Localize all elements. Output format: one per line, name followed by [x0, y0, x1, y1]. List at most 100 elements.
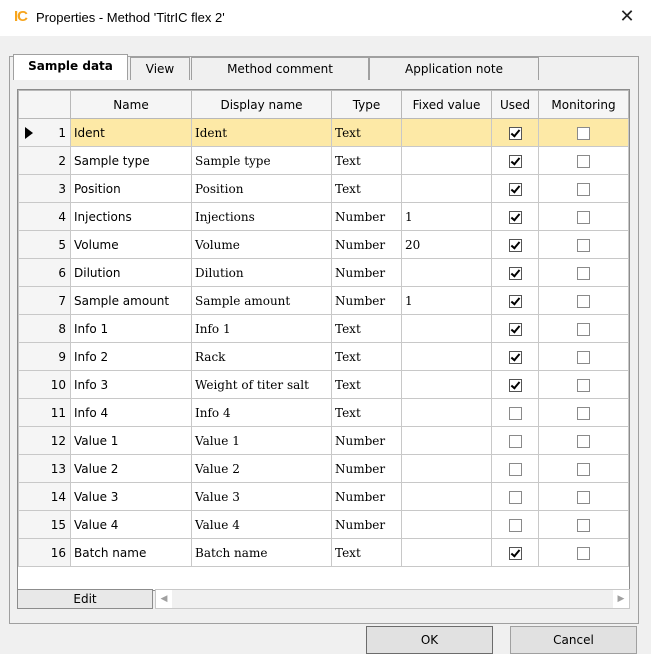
fixed-value-cell[interactable] [401, 146, 492, 175]
used-checkbox[interactable] [508, 238, 522, 252]
monitoring-checkbox[interactable] [577, 126, 590, 140]
display-name-cell[interactable]: Rack [191, 342, 332, 371]
used-checkbox[interactable] [508, 490, 522, 504]
used-checkbox[interactable] [508, 266, 522, 280]
fixed-value-cell[interactable]: 20 [401, 230, 492, 259]
fixed-value-cell[interactable] [401, 174, 492, 203]
tab-application-note[interactable]: Application note [369, 57, 539, 80]
ok-button[interactable]: OK [366, 626, 493, 654]
fixed-value-cell[interactable] [401, 342, 492, 371]
fixed-value-cell[interactable] [401, 258, 492, 287]
table-row[interactable]: 8 Info 1 Info 1 Text [18, 314, 629, 343]
tab-method-comment[interactable]: Method comment [191, 57, 369, 80]
name-cell[interactable]: Position [70, 174, 192, 203]
type-cell[interactable]: Text [331, 342, 402, 371]
display-name-cell[interactable]: Sample amount [191, 286, 332, 315]
type-cell[interactable]: Text [331, 314, 402, 343]
row-number[interactable]: 6 [18, 258, 71, 287]
name-cell[interactable]: Info 3 [70, 370, 192, 399]
table-row[interactable]: 5 Volume Volume Number 20 [18, 230, 629, 259]
display-name-cell[interactable]: Sample type [191, 146, 332, 175]
fixed-value-cell[interactable] [401, 370, 492, 399]
fixed-value-cell[interactable] [401, 482, 492, 511]
monitoring-checkbox[interactable] [577, 378, 590, 392]
table-row[interactable]: 3 Position Position Text [18, 174, 629, 203]
table-row[interactable]: 7 Sample amount Sample amount Number 1 [18, 286, 629, 315]
display-name-cell[interactable]: Value 1 [191, 426, 332, 455]
monitoring-checkbox[interactable] [577, 266, 590, 280]
display-name-cell[interactable]: Position [191, 174, 332, 203]
row-number[interactable]: 14 [18, 482, 71, 511]
used-checkbox[interactable] [508, 434, 522, 448]
monitoring-checkbox[interactable] [577, 322, 590, 336]
sample-data-grid[interactable]: Name Display name Type Fixed value Used … [17, 89, 630, 591]
scroll-right-icon[interactable]: ▶ [613, 590, 629, 608]
header-monitoring[interactable]: Monitoring [538, 90, 629, 119]
monitoring-checkbox[interactable] [577, 434, 590, 448]
row-number[interactable]: 7 [18, 286, 71, 315]
table-row[interactable]: 12 Value 1 Value 1 Number [18, 426, 629, 455]
table-row[interactable]: 14 Value 3 Value 3 Number [18, 482, 629, 511]
row-number[interactable]: 4 [18, 202, 71, 231]
type-cell[interactable]: Text [331, 118, 402, 147]
fixed-value-cell[interactable]: 1 [401, 286, 492, 315]
used-checkbox[interactable] [508, 406, 522, 420]
used-checkbox[interactable] [508, 378, 522, 392]
fixed-value-cell[interactable] [401, 426, 492, 455]
table-row[interactable]: 1 Ident Ident Text [18, 118, 629, 147]
tab-view[interactable]: View [130, 57, 190, 80]
name-cell[interactable]: Value 2 [70, 454, 192, 483]
display-name-cell[interactable]: Value 2 [191, 454, 332, 483]
table-row[interactable]: 10 Info 3 Weight of titer salt Text [18, 370, 629, 399]
row-number[interactable]: 9 [18, 342, 71, 371]
row-number[interactable]: 1 [18, 118, 71, 147]
monitoring-checkbox[interactable] [577, 406, 590, 420]
display-name-cell[interactable]: Weight of titer salt [191, 370, 332, 399]
name-cell[interactable]: Value 1 [70, 426, 192, 455]
header-name[interactable]: Name [70, 90, 192, 119]
row-number[interactable]: 2 [18, 146, 71, 175]
row-number[interactable]: 13 [18, 454, 71, 483]
edit-button[interactable]: Edit [17, 589, 153, 609]
name-cell[interactable]: Info 2 [70, 342, 192, 371]
display-name-cell[interactable]: Value 4 [191, 510, 332, 539]
type-cell[interactable]: Number [331, 510, 402, 539]
monitoring-checkbox[interactable] [577, 350, 590, 364]
type-cell[interactable]: Text [331, 146, 402, 175]
used-checkbox[interactable] [508, 126, 522, 140]
display-name-cell[interactable]: Batch name [191, 538, 332, 567]
fixed-value-cell[interactable] [401, 454, 492, 483]
type-cell[interactable]: Text [331, 370, 402, 399]
name-cell[interactable]: Volume [70, 230, 192, 259]
header-used[interactable]: Used [491, 90, 539, 119]
row-number[interactable]: 12 [18, 426, 71, 455]
name-cell[interactable]: Info 1 [70, 314, 192, 343]
fixed-value-cell[interactable] [401, 538, 492, 567]
scroll-left-icon[interactable]: ◀ [156, 590, 172, 608]
type-cell[interactable]: Text [331, 538, 402, 567]
table-row[interactable]: 4 Injections Injections Number 1 [18, 202, 629, 231]
used-checkbox[interactable] [508, 546, 522, 560]
type-cell[interactable]: Number [331, 454, 402, 483]
display-name-cell[interactable]: Ident [191, 118, 332, 147]
fixed-value-cell[interactable]: 1 [401, 202, 492, 231]
row-number[interactable]: 8 [18, 314, 71, 343]
type-cell[interactable]: Number [331, 482, 402, 511]
display-name-cell[interactable]: Info 1 [191, 314, 332, 343]
monitoring-checkbox[interactable] [577, 546, 590, 560]
display-name-cell[interactable]: Value 3 [191, 482, 332, 511]
table-row[interactable]: 15 Value 4 Value 4 Number [18, 510, 629, 539]
type-cell[interactable]: Number [331, 286, 402, 315]
row-number[interactable]: 3 [18, 174, 71, 203]
table-row[interactable]: 6 Dilution Dilution Number [18, 258, 629, 287]
used-checkbox[interactable] [508, 154, 522, 168]
used-checkbox[interactable] [508, 462, 522, 476]
name-cell[interactable]: Batch name [70, 538, 192, 567]
used-checkbox[interactable] [508, 518, 522, 532]
used-checkbox[interactable] [508, 294, 522, 308]
name-cell[interactable]: Sample type [70, 146, 192, 175]
table-row[interactable]: 9 Info 2 Rack Text [18, 342, 629, 371]
display-name-cell[interactable]: Volume [191, 230, 332, 259]
row-number[interactable]: 11 [18, 398, 71, 427]
name-cell[interactable]: Injections [70, 202, 192, 231]
